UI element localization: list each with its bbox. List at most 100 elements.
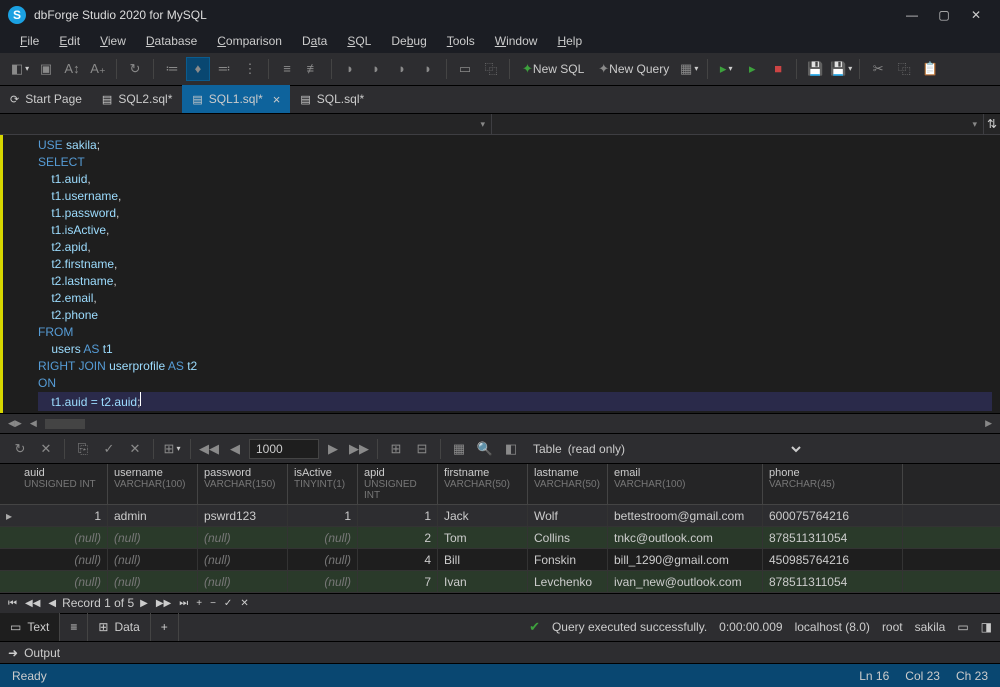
table-cell[interactable]: admin (108, 505, 198, 526)
table-cell[interactable]: 7 (358, 571, 438, 592)
close-tab-icon[interactable]: × (273, 92, 281, 107)
toolbar-button[interactable]: ⿻ (479, 57, 503, 81)
table-cell[interactable]: (null) (18, 571, 108, 592)
menu-file[interactable]: File (12, 32, 47, 50)
column-header[interactable]: firstnameVARCHAR(50) (438, 464, 528, 504)
document-tab[interactable]: ▤SQL2.sql* (92, 85, 182, 113)
nav-remove-icon[interactable]: − (208, 598, 218, 609)
column-header[interactable]: auidUNSIGNED INT (18, 464, 108, 504)
tab-add[interactable]: + (151, 613, 179, 641)
table-cell[interactable]: (null) (288, 527, 358, 548)
debug-button[interactable]: ▸ (740, 57, 764, 81)
table-cell[interactable]: 1 (18, 505, 108, 526)
table-cell[interactable]: 600075764216 (763, 505, 903, 526)
table-row[interactable]: (null)(null)(null)(null)4BillFonskinbill… (0, 549, 1000, 571)
table-cell[interactable]: (null) (108, 549, 198, 570)
tab-text[interactable]: ▭Text (0, 613, 60, 641)
maximize-button[interactable]: ▢ (928, 0, 960, 30)
table-cell[interactable]: Wolf (528, 505, 608, 526)
flag-clear-icon[interactable]: ◗ (416, 57, 440, 81)
table-cell[interactable]: (null) (288, 571, 358, 592)
view-grid-icon[interactable]: ⊞ (384, 437, 408, 461)
monitor-icon[interactable]: ▭ (957, 620, 968, 634)
editor-dropdown-right[interactable]: ▾ (492, 114, 984, 134)
first-page-icon[interactable]: ◀◀ (197, 437, 221, 461)
toolbar-button[interactable]: ≡ (275, 57, 299, 81)
nav-prev-page-icon[interactable]: ◀◀ (23, 598, 42, 609)
table-mode-select[interactable]: (read only) (564, 439, 804, 459)
toolbar-button[interactable]: ≔ (160, 57, 184, 81)
table-row[interactable]: (null)(null)(null)(null)7IvanLevchenkoiv… (0, 571, 1000, 593)
flag-next-icon[interactable]: ◗ (390, 57, 414, 81)
nav-cancel-icon[interactable]: ✕ (238, 598, 250, 609)
toolbar-button[interactable]: ◧▾ (8, 57, 32, 81)
prev-page-icon[interactable]: ◀ (223, 437, 247, 461)
column-header[interactable]: lastnameVARCHAR(50) (528, 464, 608, 504)
menu-data[interactable]: Data (294, 32, 335, 50)
nav-last-icon[interactable]: ⏭ (177, 598, 190, 609)
nav-first-icon[interactable]: ⏮ (6, 598, 19, 609)
toolbar-button[interactable]: ⋮ (238, 57, 262, 81)
sql-editor[interactable]: USE sakila;SELECT t1.auid, t1.username, … (0, 135, 1000, 413)
next-page-icon[interactable]: ▶ (321, 437, 345, 461)
toolbar-button[interactable]: ▣ (34, 57, 58, 81)
toolbar-button[interactable]: A↕ (60, 57, 84, 81)
table-cell[interactable]: (null) (18, 549, 108, 570)
table-cell[interactable]: Levchenko (528, 571, 608, 592)
table-cell[interactable]: (null) (198, 571, 288, 592)
table-cell[interactable]: 2 (358, 527, 438, 548)
search-icon[interactable]: 🔍 (473, 437, 497, 461)
document-tab[interactable]: ▤SQL.sql* (290, 85, 374, 113)
column-header[interactable]: isActiveTINYINT(1) (288, 464, 358, 504)
editor-scrollbar[interactable]: ◀▶ ◀ ▶ (0, 413, 1000, 434)
tab-data-prev[interactable]: ≡ (60, 613, 88, 641)
table-cell[interactable]: Bill (438, 549, 528, 570)
sql-code[interactable]: USE sakila;SELECT t1.auid, t1.username, … (30, 135, 1000, 413)
table-cell[interactable]: Collins (528, 527, 608, 548)
table-cell[interactable]: Ivan (438, 571, 528, 592)
copy-icon[interactable]: ⿻ (892, 57, 916, 81)
toolbar-icon[interactable]: ▦ (447, 437, 471, 461)
table-cell[interactable]: (null) (198, 527, 288, 548)
editor-dropdown-left[interactable]: ▾ (0, 114, 492, 134)
commit-icon[interactable]: ✓ (97, 437, 121, 461)
document-tab[interactable]: ▤SQL1.sql*× (182, 85, 290, 113)
stop-button[interactable]: ■ (766, 57, 790, 81)
toolbar-icon[interactable]: ◧ (499, 437, 523, 461)
column-header[interactable]: phoneVARCHAR(45) (763, 464, 903, 504)
table-cell[interactable]: 1 (288, 505, 358, 526)
last-page-icon[interactable]: ▶▶ (347, 437, 371, 461)
menu-sql[interactable]: SQL (339, 32, 379, 50)
toolbar-button[interactable]: A₊ (86, 57, 110, 81)
pane-icon[interactable]: ◨ (981, 620, 992, 634)
table-cell[interactable]: (null) (108, 571, 198, 592)
table-cell[interactable]: 878511311054 (763, 527, 903, 548)
output-panel-header[interactable]: ➜ Output (0, 642, 1000, 665)
toolbar-button[interactable]: ♦ (186, 57, 210, 81)
column-header[interactable]: emailVARCHAR(100) (608, 464, 763, 504)
minimize-button[interactable]: — (896, 0, 928, 30)
column-header[interactable]: usernameVARCHAR(100) (108, 464, 198, 504)
refresh-results-icon[interactable]: ↻ (8, 437, 32, 461)
table-cell[interactable]: Fonskin (528, 549, 608, 570)
nav-next-icon[interactable]: ▶ (138, 598, 150, 609)
document-tab[interactable]: ⟳Start Page (0, 85, 92, 113)
toolbar-button[interactable]: ≢ (301, 57, 325, 81)
table-cell[interactable]: Tom (438, 527, 528, 548)
editor-options-icon[interactable]: ⇅ (984, 114, 1000, 134)
save-button[interactable]: 💾 (803, 57, 827, 81)
table-cell[interactable]: (null) (108, 527, 198, 548)
bookmark-icon[interactable]: ◗ (338, 57, 362, 81)
save-dropdown-button[interactable]: 💾▾ (829, 57, 853, 81)
menu-database[interactable]: Database (138, 32, 205, 50)
view-card-icon[interactable]: ⊟ (410, 437, 434, 461)
column-header[interactable]: apidUNSIGNED INT (358, 464, 438, 504)
nav-commit-icon[interactable]: ✓ (222, 598, 234, 609)
table-cell[interactable]: 1 (358, 505, 438, 526)
close-button[interactable]: ✕ (960, 0, 992, 30)
grid-icon[interactable]: ⊞▾ (160, 437, 184, 461)
table-cell[interactable]: 4 (358, 549, 438, 570)
menu-debug[interactable]: Debug (383, 32, 434, 50)
table-row[interactable]: ▸1adminpswrd12311JackWolfbettestroom@gma… (0, 505, 1000, 527)
menu-edit[interactable]: Edit (51, 32, 88, 50)
